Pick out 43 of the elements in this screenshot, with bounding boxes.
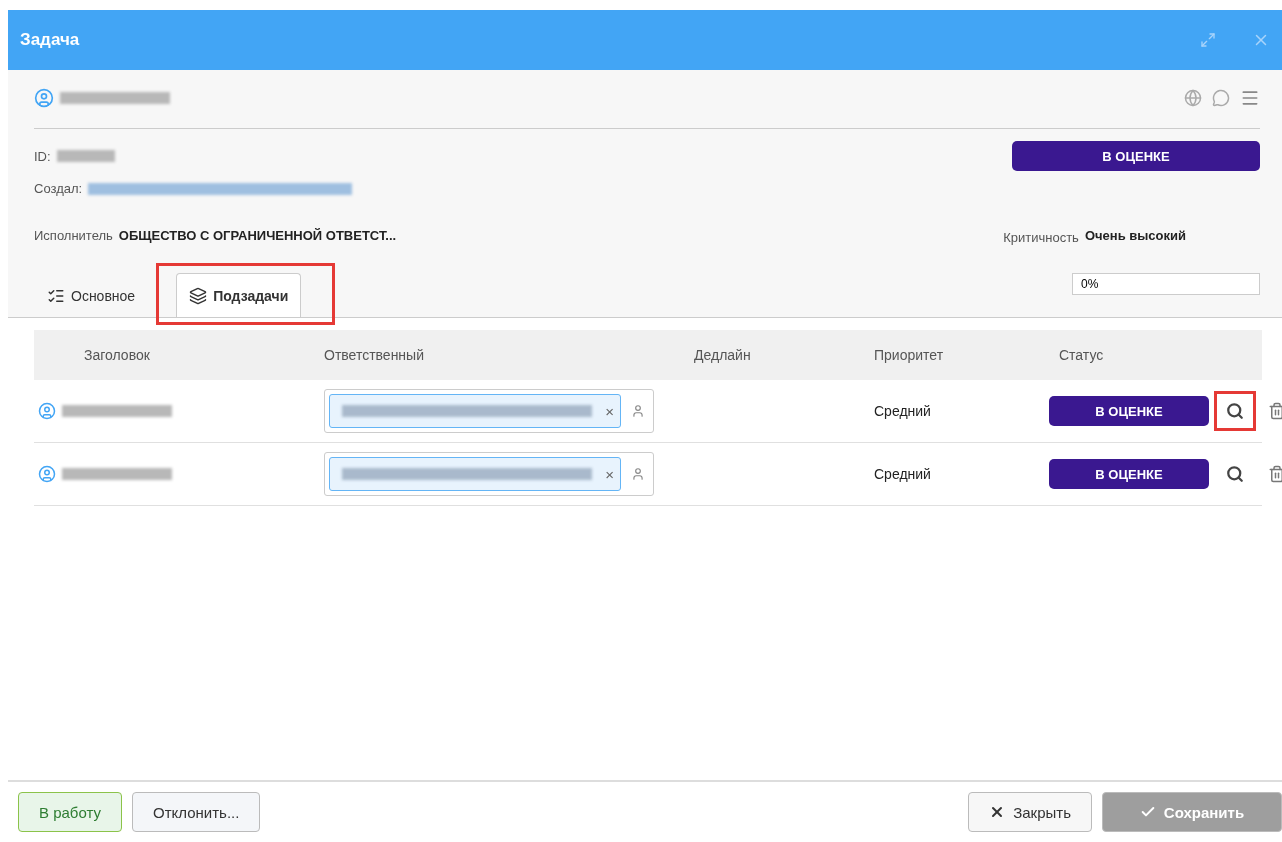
tab[interactable]: Подзадачи [176,273,302,317]
assignee-picker[interactable]: × [324,389,654,433]
user-icon[interactable] [631,404,645,418]
search-icon [1226,465,1244,483]
priority-cell-text: Средний [874,403,932,419]
status-badge: В ОЦЕНКЕ [1012,141,1260,171]
layers-icon [189,286,208,305]
criticality-value: Очень высокий [1084,228,1186,243]
trash-icon[interactable] [1268,402,1282,420]
criticality-label: Критичность [1003,230,1079,245]
column-header: Заголовок [83,347,151,363]
progress-reading: 0% [1080,277,1099,291]
assignee-picker[interactable]: × [324,452,654,496]
window-title: Задача [20,30,81,50]
priority-cell-text: Средний [874,466,932,482]
column-header: Приоритет [874,347,945,363]
accept-button[interactable]: В работу [18,792,122,832]
maximize-icon[interactable] [1200,32,1216,48]
remove-chip[interactable]: × [605,402,614,420]
reject-button[interactable]: Отклонить... [132,792,261,832]
creator-label: Создал: [34,181,83,196]
user-icon [34,88,54,108]
search-button[interactable] [1214,391,1256,431]
assignee-label: Исполнитель [34,228,113,243]
id-label: ID: [34,148,51,164]
column-header: Ответственный [324,347,425,363]
search-icon [1226,402,1244,420]
chat-icon[interactable] [1212,89,1230,107]
tab[interactable]: Основное [34,273,149,317]
status-badge: В ОЦЕНКЕ [1049,459,1209,489]
menu-icon[interactable] [1240,88,1260,108]
user-icon [38,465,56,483]
user-icon [38,402,56,420]
globe-icon[interactable] [1184,89,1202,107]
trash-icon[interactable] [1268,465,1282,483]
blurred-text [56,150,115,162]
close-button[interactable]: Закрыть [968,792,1092,832]
user-icon[interactable] [631,467,645,481]
remove-chip[interactable]: × [605,465,614,483]
column-header: Дедлайн [693,347,752,363]
status-badge: В ОЦЕНКЕ [1049,396,1209,426]
column-header: Статус [1058,347,1105,363]
assignee-value: ОБЩЕСТВО С ОГРАНИЧЕННОЙ ОТВЕТСТ... [118,228,397,243]
